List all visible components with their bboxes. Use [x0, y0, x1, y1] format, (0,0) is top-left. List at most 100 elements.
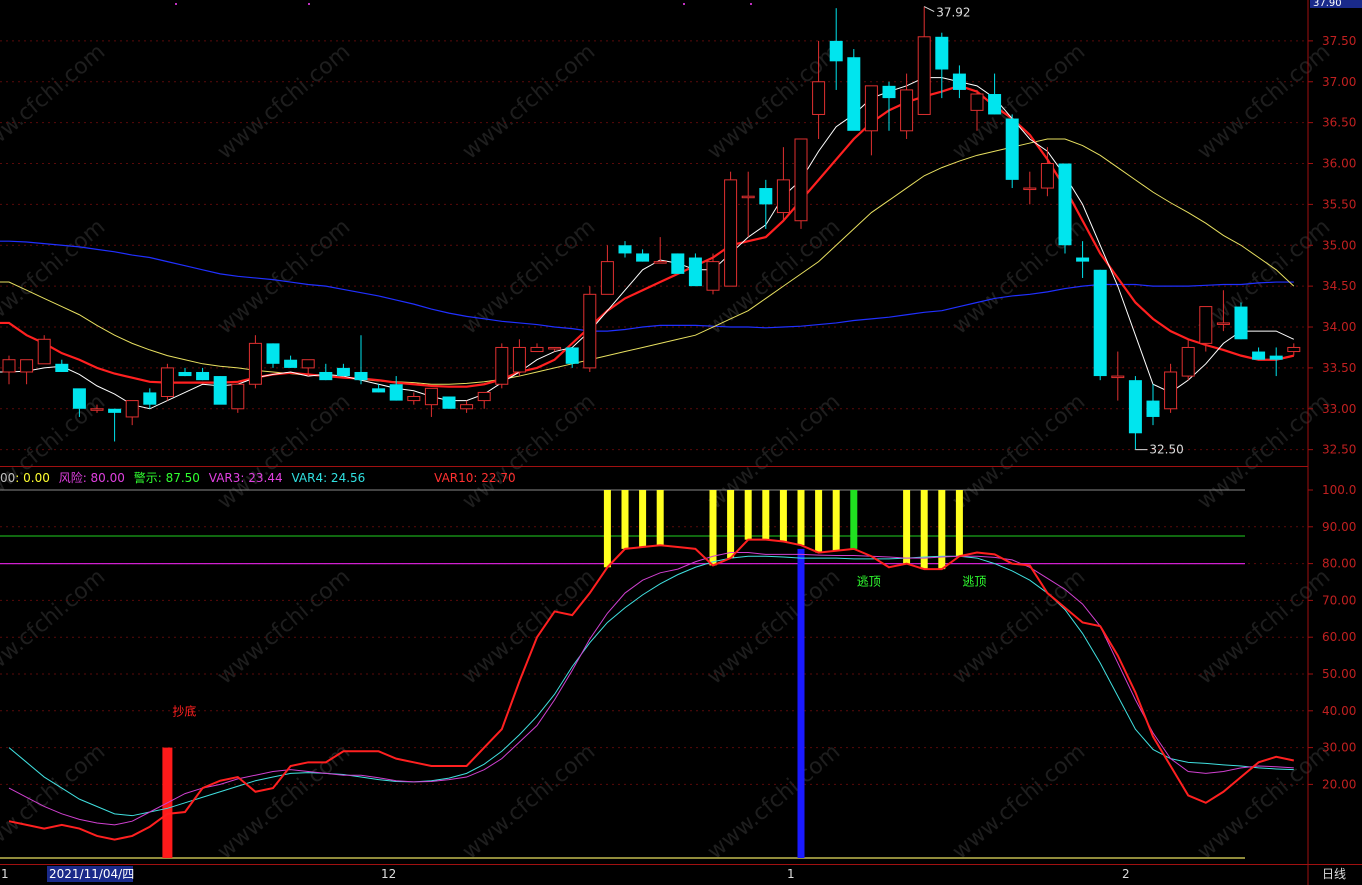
candle: [389, 376, 403, 401]
candle-body: [1058, 163, 1072, 246]
candle: [248, 335, 262, 389]
legend-warn: 警示: 87.50: [133, 471, 200, 485]
candle: [512, 339, 526, 377]
candle: [266, 343, 280, 368]
candle: [935, 32, 949, 99]
candle-body: [178, 371, 192, 377]
indicator-tick-label: 40.00: [1322, 704, 1356, 718]
watermark-text: www.cfchi.com: [703, 739, 845, 864]
escape-signal-label-1: 逃顶: [857, 575, 881, 589]
candle-body: [618, 245, 632, 254]
signal-bar: [709, 490, 717, 566]
indicator-tick-label: 20.00: [1322, 777, 1356, 791]
candle: [917, 6, 931, 115]
candle: [671, 253, 685, 274]
watermark-text: www.cfchi.com: [1193, 39, 1335, 164]
candle-body: [248, 342, 262, 385]
candle: [1234, 302, 1248, 340]
candle-body: [424, 387, 438, 406]
candle-body: [72, 388, 86, 409]
candle: [55, 359, 69, 372]
candle: [952, 65, 966, 99]
candle: [284, 355, 298, 368]
indicator-tick-label: 70.00: [1322, 593, 1356, 607]
candle-body: [759, 188, 773, 205]
candle-body: [724, 179, 738, 287]
candle-body: [495, 346, 509, 385]
watermark-text: www.cfchi.com: [0, 39, 110, 164]
candle: [2, 355, 16, 385]
period-label[interactable]: 日线: [1322, 867, 1346, 881]
watermark-text: www.cfchi.com: [458, 214, 600, 339]
price-tick-label: 35.00: [1322, 238, 1356, 252]
candle: [424, 387, 438, 417]
price-tick-label: 34.50: [1322, 279, 1356, 293]
candle: [1199, 306, 1213, 352]
candle-body: [336, 367, 350, 377]
candle: [688, 253, 702, 287]
indicator-tick-label: 50.00: [1322, 667, 1356, 681]
candle-body: [864, 85, 878, 132]
candle-body: [231, 383, 245, 410]
legend-risk: 风险: 80.00: [58, 471, 125, 485]
candle-body: [407, 396, 421, 402]
candle-body: [776, 179, 790, 214]
watermark-text: www.cfchi.com: [0, 214, 110, 339]
watermark-text: www.cfchi.com: [1193, 389, 1335, 514]
candle: [160, 363, 174, 401]
candle-body: [1111, 375, 1125, 379]
candle-body: [143, 392, 157, 405]
candle: [988, 73, 1002, 115]
candle-body: [653, 261, 667, 264]
price-tick-label: 33.00: [1322, 402, 1356, 416]
watermark-text: www.cfchi.com: [0, 739, 110, 864]
legend-var3: VAR3: 23.44: [208, 471, 283, 485]
candle: [794, 138, 808, 229]
candle-body: [636, 253, 650, 262]
candle: [776, 147, 790, 221]
candle-body: [160, 367, 174, 398]
candle-body: [1093, 269, 1107, 377]
candle-body: [1216, 322, 1230, 325]
candle-body: [108, 408, 122, 413]
candle: [618, 241, 632, 258]
stock-chart[interactable]: www.cfchi.com www.cfchi.com www.cfchi.com w…: [0, 0, 1362, 885]
price-tick-label: 34.00: [1322, 320, 1356, 334]
signal-bar: [815, 490, 823, 553]
watermark-text: www.cfchi.com: [948, 389, 1090, 514]
signal-bar: [744, 490, 752, 540]
watermark-text: www.cfchi.com: [703, 389, 845, 514]
candle-body: [37, 338, 51, 365]
signal-bar: [779, 490, 787, 542]
candle: [336, 363, 350, 377]
candle: [1093, 269, 1107, 381]
candle-body: [512, 346, 526, 373]
candle: [1252, 347, 1266, 360]
legend-var4: VAR4: 24.56: [291, 471, 366, 485]
candle-body: [1181, 346, 1195, 377]
time-label-dec: 12: [381, 867, 396, 881]
candle: [864, 85, 878, 156]
candle: [213, 376, 227, 405]
candle-body: [1234, 306, 1248, 340]
high-annotation: 37.92: [936, 6, 970, 20]
candle-body: [988, 94, 1002, 115]
candle-body: [583, 293, 597, 369]
indicator-tick-label: 30.00: [1322, 741, 1356, 755]
candle-body: [1076, 257, 1090, 262]
candle-body: [1252, 351, 1266, 360]
candle-body: [847, 57, 861, 131]
legend-var10: VAR10: 22.70: [434, 471, 516, 485]
legend-v0: 00: [0, 471, 16, 485]
candle-body: [671, 253, 685, 274]
candle-body: [284, 359, 298, 368]
candle-body: [1128, 380, 1142, 434]
price-tick-label: 36.50: [1322, 116, 1356, 130]
candle: [178, 367, 192, 377]
candle: [1023, 171, 1037, 205]
candle-body: [301, 359, 315, 369]
candle: [1128, 376, 1142, 450]
candle-body: [1164, 371, 1178, 410]
buy-signal-label: 抄底: [172, 704, 196, 719]
var3-line: [8, 552, 1294, 826]
